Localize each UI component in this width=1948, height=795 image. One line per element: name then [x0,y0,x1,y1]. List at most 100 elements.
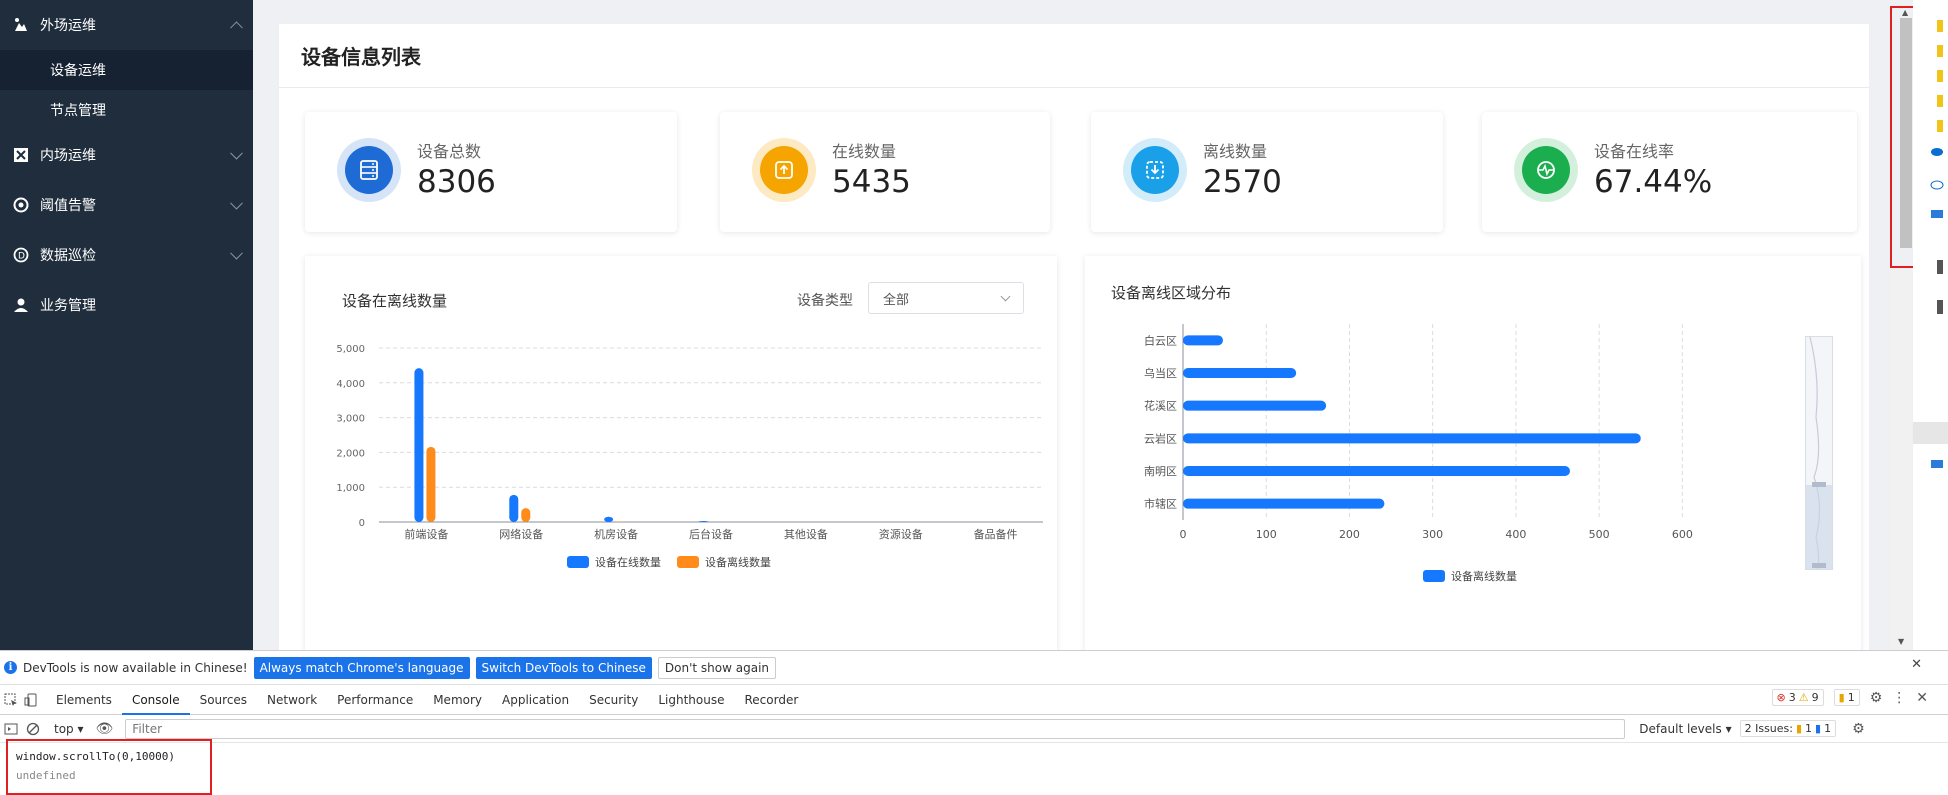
x-tick-label: 资源设备 [879,527,923,541]
tab-memory[interactable]: Memory [423,685,492,715]
chevron-down-icon [230,146,243,160]
menu-outfield[interactable]: 外场运维 [0,0,253,50]
issues-label: 2 Issues: [1744,722,1793,735]
menu-infield[interactable]: 内场运维 [0,130,253,180]
context-value: top [54,721,74,736]
legend-swatch [1423,570,1445,582]
chevron-up-icon [230,21,243,35]
y-tick-label: 南明区 [1144,465,1177,478]
stat-card-total: 设备总数 8306 [305,112,677,232]
stat-card-online: 在线数量 5435 [720,112,1050,232]
devtools-tabs: Elements Console Sources Network Perform… [0,685,1948,715]
inspect-element-icon[interactable] [4,693,18,707]
infield-icon [12,146,30,164]
error-warning-counter[interactable]: ⊗ 3 ⚠ 9 [1771,689,1824,706]
dont-show-again-button[interactable]: Don't show again [657,656,777,679]
menu-business[interactable]: 业务管理 [0,280,253,330]
gear-icon[interactable]: ⚙ [1870,690,1883,706]
close-notice-icon[interactable]: ✕ [1911,657,1922,672]
x-tick-label: 网络设备 [499,527,543,541]
legend-label: 设备离线数量 [705,555,771,569]
scrollbar-track[interactable]: ▼ [1890,270,1912,650]
tab-elements[interactable]: Elements [46,685,122,715]
bar [604,516,614,522]
device-type-value: 全部 [883,293,910,308]
stat-value: 2570 [1203,164,1282,200]
y-tick-label: 花溪区 [1144,400,1177,413]
y-tick-label: 乌当区 [1144,366,1177,380]
tab-sources[interactable]: Sources [190,685,257,715]
tab-network[interactable]: Network [257,685,327,715]
scroll-down-icon[interactable]: ▼ [1898,637,1904,646]
console-settings-icon[interactable]: ⚙ [1852,721,1865,737]
legend-swatch [567,556,589,568]
error-count: 3 [1788,691,1796,704]
x-tick-label: 600 [1672,528,1693,541]
close-devtools-icon[interactable]: ✕ [1916,690,1928,706]
bar [1183,498,1385,509]
language-notice-bar: i DevTools is now available in Chinese! … [0,651,1948,685]
menu-inspect[interactable]: D 数据巡检 [0,230,253,280]
x-tick-label: 其他设备 [784,527,828,541]
filter-input[interactable] [125,718,1626,739]
stat-icon-ring [337,138,401,202]
panel-title: 设备离线区域分布 [1111,284,1232,302]
device-type-select[interactable]: 全部 [868,282,1024,314]
legend-swatch [677,556,699,568]
region-distribution-panel: 设备离线区域分布 0 100 200 300 400 500 600 白云区 乌当区 花溪区 云岩区… [1085,256,1861,676]
stat-card-offline: 离线数量 2570 [1091,112,1443,232]
tab-security[interactable]: Security [579,685,648,715]
context-select[interactable]: top ▾ [54,722,84,736]
device-type-label: 设备类型 [797,293,853,309]
issues-info-count: 1 [1824,722,1832,735]
tab-console[interactable]: Console [121,685,190,715]
tab-application[interactable]: Application [492,685,579,715]
submenu-device-ops[interactable]: 设备运维 [0,50,253,90]
tab-lighthouse[interactable]: Lighthouse [648,685,734,715]
y-tick-label: 云岩区 [1144,431,1177,445]
more-options-icon[interactable]: ⋮ [1892,690,1906,706]
chevron-down-icon [1000,291,1011,302]
scrollbar-thumb[interactable] [1900,18,1912,248]
page-title: 设备信息列表 [279,24,1869,88]
bar [509,494,519,522]
sidebar-toggle-icon[interactable] [4,722,18,736]
bar [1183,368,1297,378]
upload-icon [760,146,808,194]
log-levels-select[interactable]: Default levels ▾ [1639,722,1731,736]
stat-icon-ring [1514,138,1578,202]
menu-alarm[interactable]: 阈值告警 [0,180,253,230]
issues-warn-count: 1 [1805,722,1813,735]
eye-icon[interactable]: 👁 [96,721,114,737]
datazoom-slider[interactable] [1805,336,1833,570]
devtools-panel: i DevTools is now available in Chinese! … [0,650,1948,795]
tab-performance[interactable]: Performance [327,685,423,715]
heartbeat-icon [1522,146,1570,194]
device-toolbar-icon[interactable] [24,693,38,707]
issue-info-icon: ▮ [1815,722,1822,735]
bar [1183,335,1223,346]
submenu-node-mgmt[interactable]: 节点管理 [0,90,253,130]
clear-console-icon[interactable] [26,722,40,736]
chevron-down-icon [230,196,243,210]
y-tick-label: 0 [359,518,365,529]
stat-value: 5435 [832,164,911,200]
bar [1183,466,1570,476]
region-distribution-chart: 0 100 200 300 400 500 600 白云区乌当区花溪区云岩区南明区市辖区设备离… [1144,324,1693,583]
log-levels-value: Default levels [1639,721,1722,736]
issues-count: 1 [1847,691,1855,704]
main-content: 设备信息列表 设备总数 8306 在线数量 5435 离线数量 2570 设备在… [253,0,1913,676]
issues-counter[interactable]: ▮ 1 [1833,689,1860,706]
issues-summary[interactable]: 2 Issues: ▮ 1 ▮ 1 [1739,720,1837,737]
y-tick-label: 3,000 [336,414,365,425]
y-tick-label: 2,000 [336,448,365,459]
user-icon [12,296,30,314]
tab-recorder[interactable]: Recorder [735,685,809,715]
switch-chinese-button[interactable]: Switch DevTools to Chinese [475,656,652,679]
scroll-up-icon[interactable]: ▲ [1902,8,1908,17]
match-language-button[interactable]: Always match Chrome's language [253,656,470,679]
error-icon: ⊗ [1776,691,1786,704]
stat-label: 设备在线率 [1594,142,1675,161]
stat-card-rate: 设备在线率 67.44% [1482,112,1857,232]
issue-warning-icon: ▮ [1795,722,1803,735]
